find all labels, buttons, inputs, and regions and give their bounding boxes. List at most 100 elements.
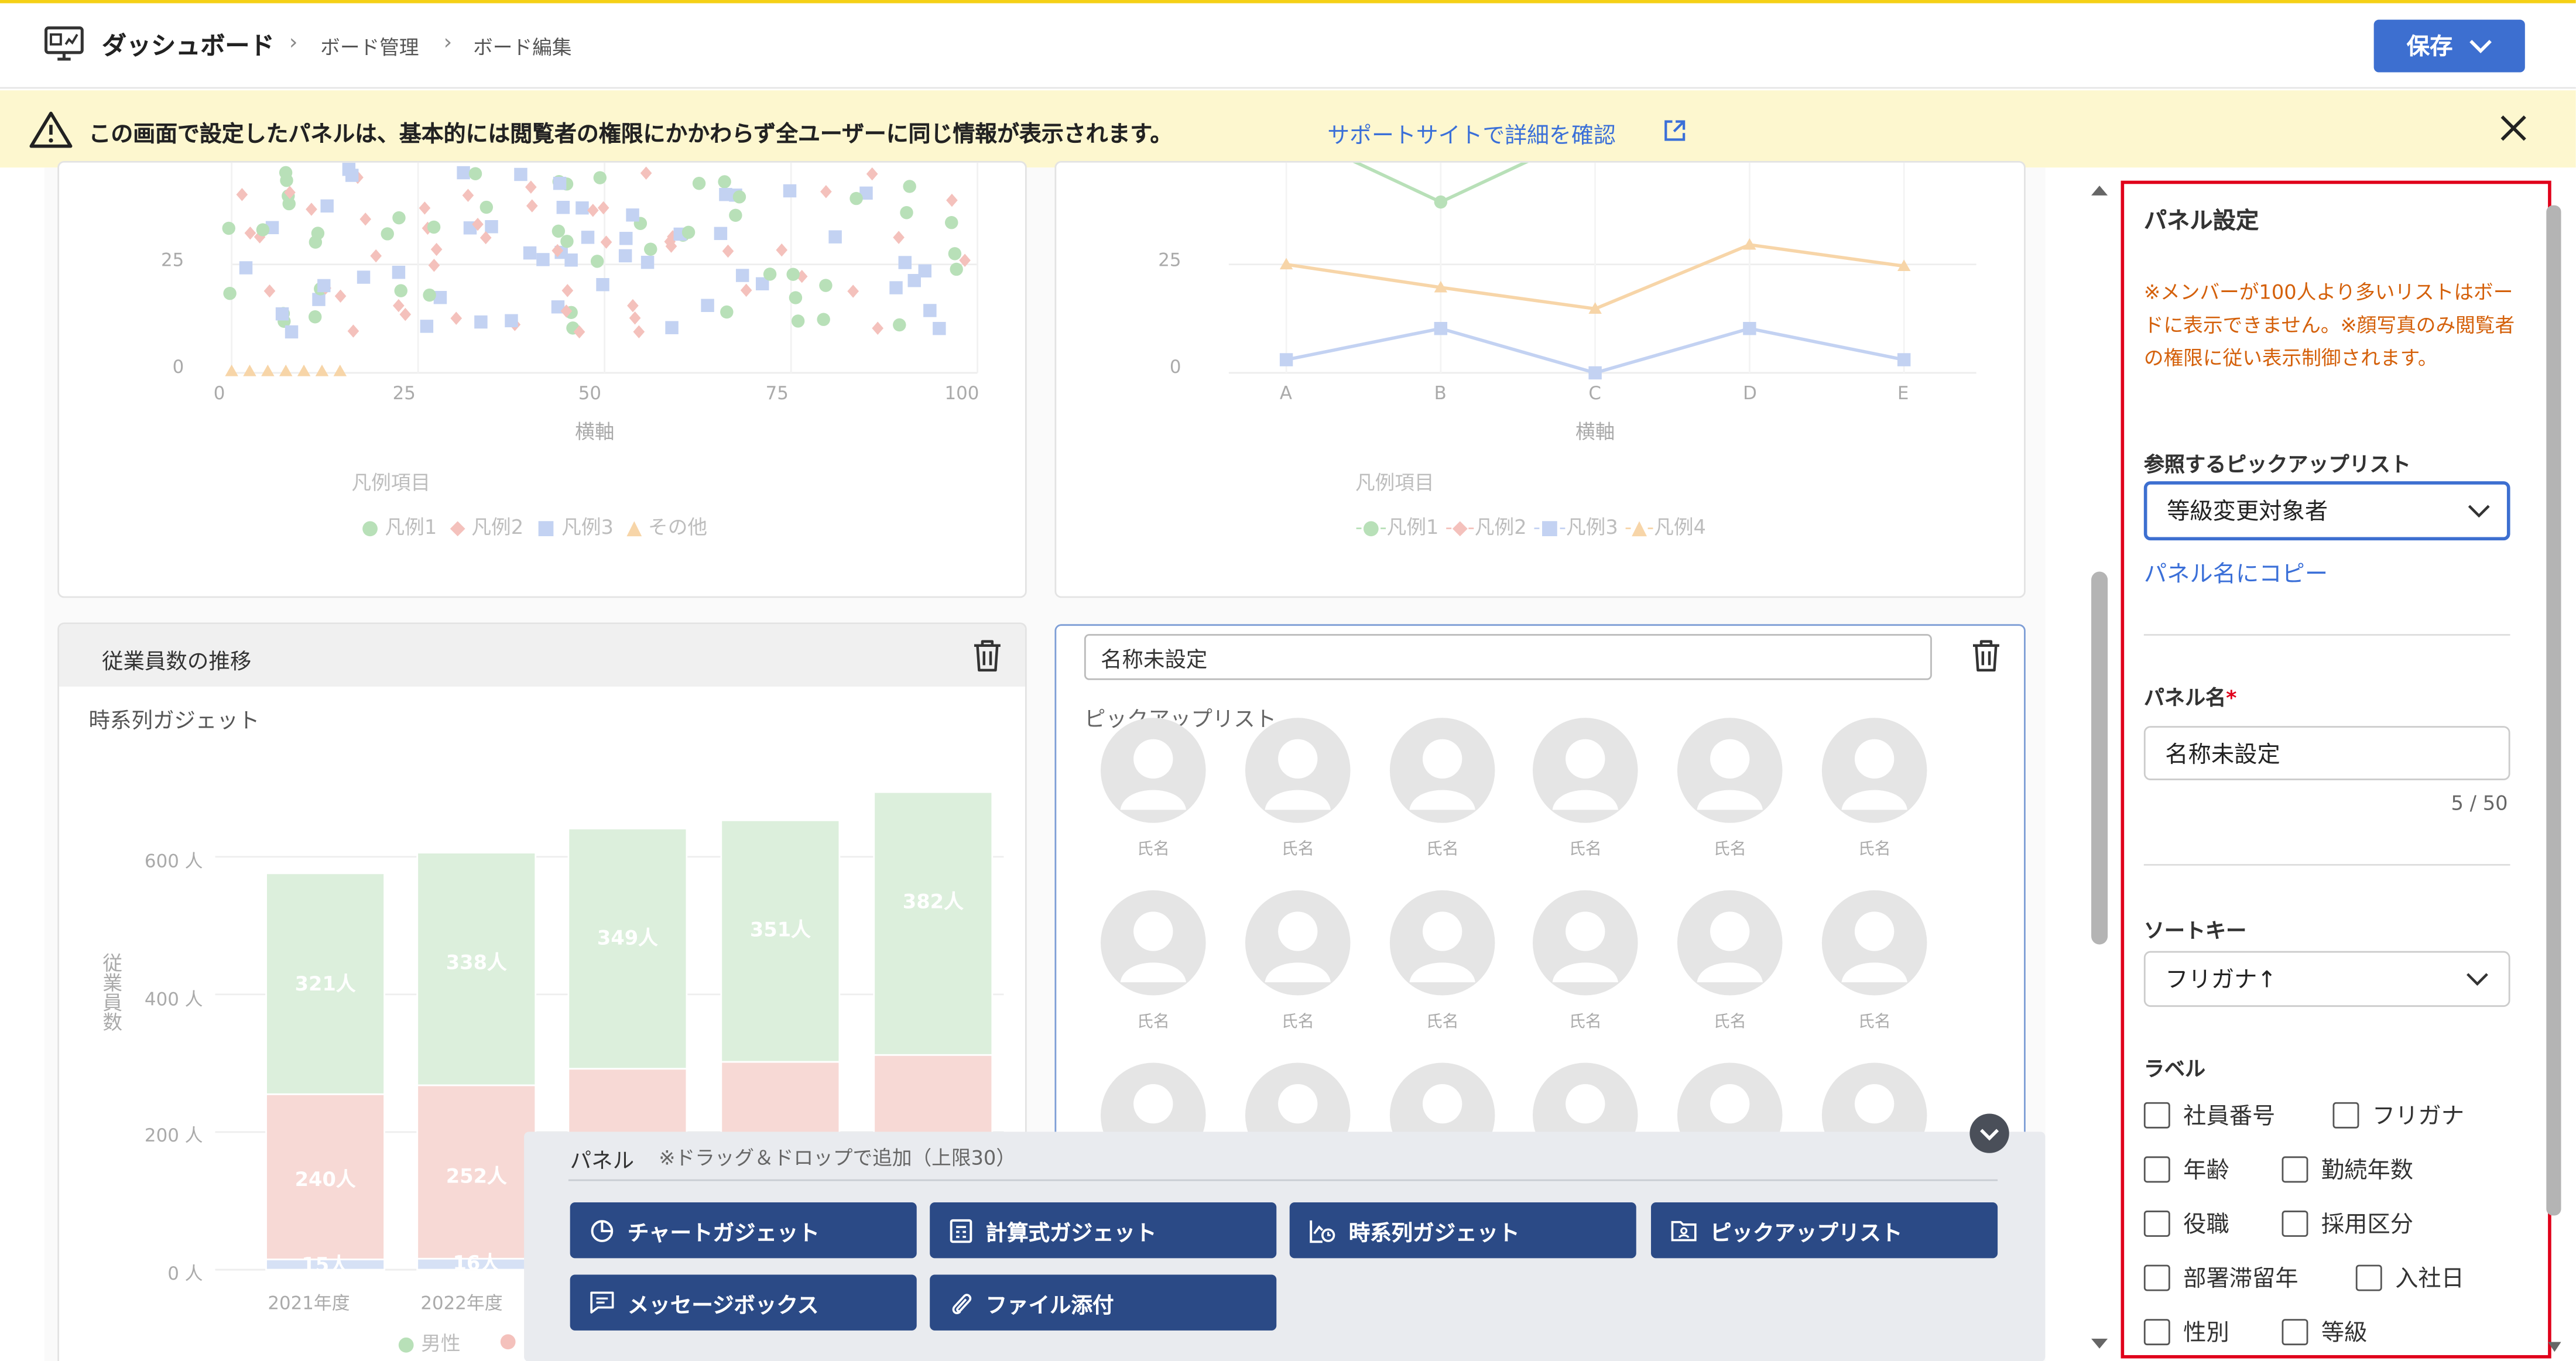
legend-item[interactable]: ◆ 凡例2 (450, 512, 523, 540)
checkbox[interactable] (2282, 1156, 2308, 1183)
scatter-point (828, 230, 842, 244)
checkbox[interactable] (2143, 1319, 2170, 1346)
avatar-name: 氏名 (1426, 841, 1459, 859)
scatter-point (950, 262, 963, 276)
checkbox-gender[interactable]: 性別 (2143, 1316, 2229, 1349)
legend-item[interactable]: -■-凡例3 (1533, 512, 1618, 540)
collapse-chevron-icon[interactable] (1969, 1113, 2009, 1153)
scatter-point (820, 185, 832, 198)
scatter-point (222, 221, 235, 235)
scatter-point (297, 364, 311, 376)
checkbox-years-of-service[interactable]: 勤続年数 (2282, 1153, 2413, 1186)
palette-title: パネル (570, 1150, 635, 1175)
scatter-point (783, 184, 797, 198)
canvas-scrollbar[interactable] (2089, 181, 2109, 1355)
scatter-point (280, 173, 293, 187)
panel-scrollbar-thumb[interactable] (2546, 205, 2561, 1216)
checkbox[interactable] (2143, 1102, 2170, 1129)
scatter-point (847, 284, 859, 298)
support-site-link[interactable]: サポートサイトで詳細を確認 (1327, 116, 1615, 149)
scatter-point (564, 253, 578, 267)
checkbox-employee-number[interactable]: 社員番号 (2143, 1099, 2275, 1132)
formula-gadget-button[interactable]: 計算式ガジェット (930, 1202, 1277, 1259)
checkbox-grade[interactable]: 等級 (2282, 1316, 2367, 1349)
save-label: 保存 (2406, 34, 2453, 61)
checkbox-hire-date[interactable]: 入社日 (2355, 1261, 2464, 1294)
save-button[interactable]: 保存 (2373, 19, 2525, 73)
select-value: 等級変更対象者 (2167, 499, 2328, 526)
scatter-point (551, 224, 566, 238)
scatter-point (306, 203, 317, 216)
external-link-icon[interactable] (1663, 118, 1687, 143)
bar-data-label: 382人 (902, 890, 964, 914)
chevron-down-icon (2469, 39, 2492, 53)
line-chart-card[interactable]: 25 0 A B C D E 横軸 凡例項目 -●-凡例1 -◆-凡例2 -■-… (1054, 160, 2026, 598)
breadcrumb-board-edit: ボード編集 (473, 36, 572, 60)
panel-name-input[interactable]: 名称未設定 (2143, 726, 2510, 780)
x-tick: E (1897, 382, 1909, 404)
close-icon[interactable] (2497, 112, 2530, 145)
pickup-list-card[interactable]: 名称未設定 ピックアップリスト 氏名 氏名 氏名 氏名 氏名 氏名 氏名 氏名 氏名 氏名 氏名 氏名 (1054, 624, 2026, 1183)
sort-key-select[interactable]: フリガナ↑ (2143, 951, 2510, 1007)
panel-palette: パネル ※ドラッグ＆ドロップで追加（上限30） チャートガジェット 計算式ガジェ… (524, 1113, 2046, 1361)
message-box-button[interactable]: メッセージボックス (570, 1274, 917, 1331)
x-axis-label: 横軸 (1575, 420, 1615, 444)
checkbox[interactable] (2355, 1264, 2382, 1291)
scatter-point (903, 180, 916, 193)
pickup-list-button[interactable]: ピックアップリスト (1651, 1202, 1998, 1259)
scatter-chart-card[interactable]: 25 0 0 25 50 75 100 横軸 凡例項目 ● 凡例1 ◆ 凡例2 … (57, 160, 1027, 598)
x-tick: 0 (213, 382, 225, 404)
breadcrumb-board-management[interactable]: ボード管理 (320, 33, 419, 61)
scatter-point (732, 190, 746, 204)
panel-settings-title: パネル設定 (2143, 208, 2259, 235)
scatter-point (866, 167, 878, 181)
checkbox[interactable] (2143, 1211, 2170, 1237)
scatter-point (889, 281, 903, 294)
legend-item[interactable]: -◆-凡例2 (1445, 512, 1527, 540)
scatter-point (553, 176, 567, 190)
avatar-icon (1677, 718, 1783, 823)
legend-item[interactable]: ● 男性 (398, 1329, 461, 1357)
checkbox[interactable] (2282, 1319, 2308, 1346)
pickup-list-select[interactable]: 等級変更対象者 (2143, 481, 2510, 541)
message-icon (590, 1291, 614, 1314)
scatter-point (243, 364, 256, 376)
scatter-point (644, 242, 657, 256)
panel-settings-sidebar: パネル設定 ※メンバーが100人より多いリストはボードに表示できません。※顔写真… (2121, 180, 2551, 1359)
scatter-point (729, 208, 742, 222)
legend-item[interactable]: -▲-凡例4 (1625, 512, 1706, 540)
scatter-point (640, 255, 655, 269)
legend-item[interactable]: ● 凡例1 (361, 512, 437, 540)
scatter-point (428, 259, 440, 272)
scatter-point (819, 279, 833, 292)
scroll-down-arrow-icon[interactable] (2546, 1339, 2563, 1355)
series-point (1434, 195, 1448, 209)
legend-item[interactable]: ▲ その他 (626, 512, 707, 540)
scatter-point (275, 307, 289, 321)
checkbox-dept-tenure[interactable]: 部署滞留年 (2143, 1261, 2298, 1294)
scrollbar-thumb[interactable] (2091, 571, 2108, 945)
x-tick: B (1434, 382, 1447, 404)
chart-gadget-button[interactable]: チャートガジェット (570, 1202, 917, 1259)
checkbox-age[interactable]: 年齢 (2143, 1153, 2229, 1186)
checkbox-position[interactable]: 役職 (2143, 1207, 2229, 1240)
checkbox-furigana[interactable]: フリガナ (2332, 1099, 2464, 1132)
checkbox[interactable] (2282, 1211, 2308, 1237)
checkbox[interactable] (2143, 1156, 2170, 1183)
y-tick: 0 (1169, 356, 1181, 378)
avatar-name: 氏名 (1281, 1013, 1314, 1032)
avatar-icon (1532, 718, 1638, 823)
legend-item[interactable]: -●-凡例1 (1355, 512, 1438, 540)
scatter-point (457, 166, 470, 180)
copy-to-panel-name-link[interactable]: パネル名にコピー (2144, 557, 2328, 589)
checkbox-hiring-type[interactable]: 採用区分 (2282, 1207, 2413, 1240)
checkbox[interactable] (2332, 1102, 2359, 1129)
legend-item[interactable]: ■ 凡例3 (537, 512, 614, 540)
checkbox[interactable] (2143, 1264, 2170, 1291)
chevron-down-icon (2468, 505, 2490, 518)
label-section-label: ラベル (2143, 1056, 2206, 1081)
scatter-point (719, 188, 732, 201)
file-attach-button[interactable]: ファイル添付 (930, 1274, 1277, 1331)
timeseries-gadget-button[interactable]: 時系列ガジェット (1289, 1202, 1636, 1259)
scatter-point (394, 284, 407, 297)
